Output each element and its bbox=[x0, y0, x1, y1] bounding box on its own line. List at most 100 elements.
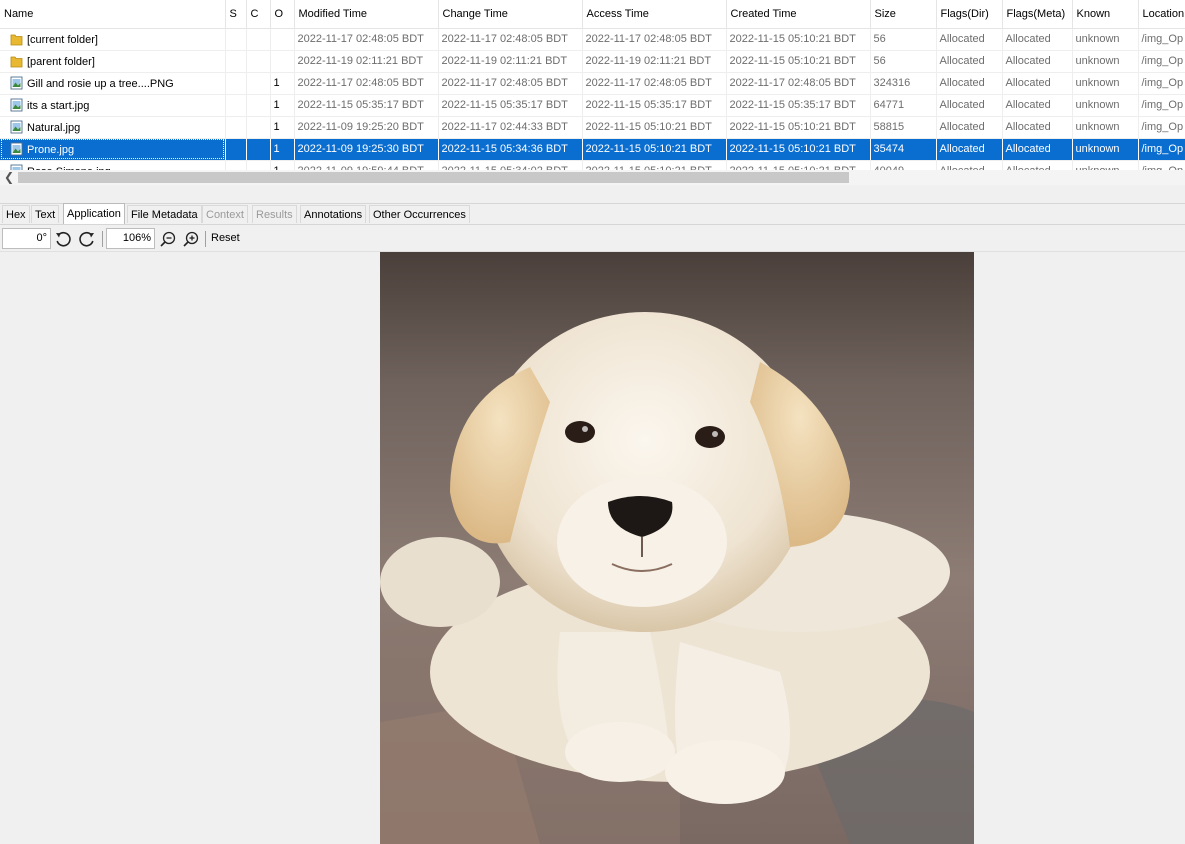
file-name: Natural.jpg bbox=[27, 122, 81, 134]
cell-location: /img_Op bbox=[1138, 94, 1185, 117]
rotation-field[interactable]: 0° bbox=[2, 228, 51, 249]
file-name-cell: Prone.jpg bbox=[0, 138, 226, 161]
scroll-left-icon[interactable]: ❮ bbox=[4, 170, 14, 185]
cell-o: 1 bbox=[270, 116, 295, 139]
file-name: [parent folder] bbox=[27, 56, 95, 68]
column-header-location[interactable]: Location bbox=[1138, 0, 1185, 29]
column-header-modified-time[interactable]: Modified Time bbox=[294, 0, 439, 29]
file-table-panel: Name S C O Modified Time Change Time Acc… bbox=[0, 0, 1185, 170]
image-viewer-toolbar: 0° 106% Reset bbox=[0, 224, 1185, 252]
file-name-cell: Gill and rosie up a tree....PNG bbox=[0, 72, 226, 95]
cell-change: 2022-11-15 05:34:36 BDT bbox=[438, 138, 583, 161]
puppy-photo bbox=[380, 252, 974, 844]
table-row[interactable]: Prone.jpg 1 2022-11-09 19:25:30 BDT 2022-11… bbox=[0, 138, 1185, 161]
horizontal-scrollbar[interactable]: ❮ bbox=[0, 170, 1185, 185]
column-header-created-time[interactable]: Created Time bbox=[726, 0, 871, 29]
image-file-icon bbox=[10, 120, 23, 134]
cell-size: 35474 bbox=[870, 138, 937, 161]
zoom-in-icon[interactable] bbox=[181, 229, 201, 249]
cell-size: 40049 bbox=[870, 160, 937, 170]
cell-flags-dir: Allocated bbox=[936, 94, 1003, 117]
column-header-c[interactable]: C bbox=[246, 0, 271, 29]
image-file-icon bbox=[10, 142, 23, 156]
file-name: Gill and rosie up a tree....PNG bbox=[27, 78, 174, 90]
file-table-body: [current folder] 2022-11-17 02:48:05 BDT 2… bbox=[0, 28, 1185, 170]
cell-s bbox=[225, 50, 247, 73]
tab-text[interactable]: Text bbox=[31, 205, 60, 223]
column-header-flags-meta[interactable]: Flags(Meta) bbox=[1002, 0, 1073, 29]
tab-hex[interactable]: Hex bbox=[2, 205, 30, 223]
file-name-cell: [current folder] bbox=[0, 28, 226, 51]
cell-s bbox=[225, 160, 247, 170]
cell-flags-dir: Allocated bbox=[936, 160, 1003, 170]
image-file-icon bbox=[10, 76, 23, 90]
cell-known: unknown bbox=[1072, 50, 1139, 73]
cell-modified: 2022-11-09 19:25:30 BDT bbox=[294, 138, 439, 161]
table-row[interactable]: its a start.jpg 1 2022-11-15 05:35:17 BDT 2… bbox=[0, 94, 1185, 117]
tab-application[interactable]: Application bbox=[63, 203, 125, 224]
column-header-flags-dir[interactable]: Flags(Dir) bbox=[936, 0, 1003, 29]
column-header-name[interactable]: Name bbox=[0, 0, 226, 29]
file-table: Name S C O Modified Time Change Time Acc… bbox=[0, 0, 1185, 170]
column-header-s[interactable]: S bbox=[225, 0, 247, 29]
cell-c bbox=[246, 72, 271, 95]
column-header-size[interactable]: Size bbox=[870, 0, 937, 29]
table-row[interactable]: [current folder] 2022-11-17 02:48:05 BDT 2… bbox=[0, 28, 1185, 51]
cell-c bbox=[246, 138, 271, 161]
zoom-field[interactable]: 106% bbox=[106, 228, 155, 249]
cell-s bbox=[225, 94, 247, 117]
cell-created: 2022-11-15 05:10:21 BDT bbox=[726, 138, 871, 161]
cell-change: 2022-11-17 02:48:05 BDT bbox=[438, 28, 583, 51]
rotate-left-icon[interactable] bbox=[53, 229, 73, 249]
cell-flags-meta: Allocated bbox=[1002, 116, 1073, 139]
panel-splitter[interactable] bbox=[0, 185, 1185, 204]
cell-created: 2022-11-17 02:48:05 BDT bbox=[726, 72, 871, 95]
cell-access: 2022-11-15 05:35:17 BDT bbox=[582, 94, 727, 117]
cell-known: unknown bbox=[1072, 72, 1139, 95]
cell-modified: 2022-11-09 19:59:44 BDT bbox=[294, 160, 439, 170]
tab-annotations[interactable]: Annotations bbox=[300, 205, 367, 223]
cell-o: 1 bbox=[270, 138, 295, 161]
toolbar-separator bbox=[205, 231, 206, 247]
cell-location: /img_Op bbox=[1138, 160, 1185, 170]
cell-created: 2022-11-15 05:10:21 BDT bbox=[726, 160, 871, 170]
cell-known: unknown bbox=[1072, 138, 1139, 161]
column-header-access-time[interactable]: Access Time bbox=[582, 0, 727, 29]
table-row[interactable]: Gill and rosie up a tree....PNG 1 2022-11-… bbox=[0, 72, 1185, 95]
file-name-cell: Rose Simone.jpg bbox=[0, 160, 226, 170]
column-header-o[interactable]: O bbox=[270, 0, 295, 29]
cell-flags-meta: Allocated bbox=[1002, 160, 1073, 170]
cell-size: 56 bbox=[870, 50, 937, 73]
cell-c bbox=[246, 50, 271, 73]
cell-created: 2022-11-15 05:10:21 BDT bbox=[726, 28, 871, 51]
cell-s bbox=[225, 138, 247, 161]
tab-results: Results bbox=[252, 205, 297, 223]
tab-file-metadata[interactable]: File Metadata bbox=[127, 205, 202, 223]
reset-button[interactable]: Reset bbox=[211, 232, 240, 244]
table-header-row: Name S C O Modified Time Change Time Acc… bbox=[0, 0, 1185, 29]
table-row[interactable]: Natural.jpg 1 2022-11-09 19:25:20 BDT 2022-… bbox=[0, 116, 1185, 139]
cell-location: /img_Op bbox=[1138, 138, 1185, 161]
rotate-right-icon[interactable] bbox=[77, 229, 97, 249]
cell-flags-meta: Allocated bbox=[1002, 50, 1073, 73]
table-row[interactable]: [parent folder] 2022-11-19 02:11:21 BDT 20… bbox=[0, 50, 1185, 73]
cell-known: unknown bbox=[1072, 28, 1139, 51]
table-row[interactable]: Rose Simone.jpg12022-11-09 19:59:44 BDT2… bbox=[0, 160, 1185, 170]
cell-o: 1 bbox=[270, 94, 295, 117]
cell-location: /img_Op bbox=[1138, 116, 1185, 139]
cell-o bbox=[270, 50, 295, 73]
cell-c bbox=[246, 28, 271, 51]
file-name: its a start.jpg bbox=[27, 100, 90, 112]
cell-c bbox=[246, 160, 271, 170]
cell-modified: 2022-11-19 02:11:21 BDT bbox=[294, 50, 439, 73]
cell-flags-dir: Allocated bbox=[936, 116, 1003, 139]
zoom-out-icon[interactable] bbox=[158, 229, 178, 249]
column-header-known[interactable]: Known bbox=[1072, 0, 1139, 29]
cell-known: unknown bbox=[1072, 94, 1139, 117]
scrollbar-thumb[interactable] bbox=[18, 172, 849, 183]
cell-created: 2022-11-15 05:10:21 BDT bbox=[726, 116, 871, 139]
column-header-change-time[interactable]: Change Time bbox=[438, 0, 583, 29]
tab-context: Context bbox=[202, 205, 248, 223]
tab-other-occurrences[interactable]: Other Occurrences bbox=[369, 205, 470, 223]
cell-location: /img_Op bbox=[1138, 28, 1185, 51]
